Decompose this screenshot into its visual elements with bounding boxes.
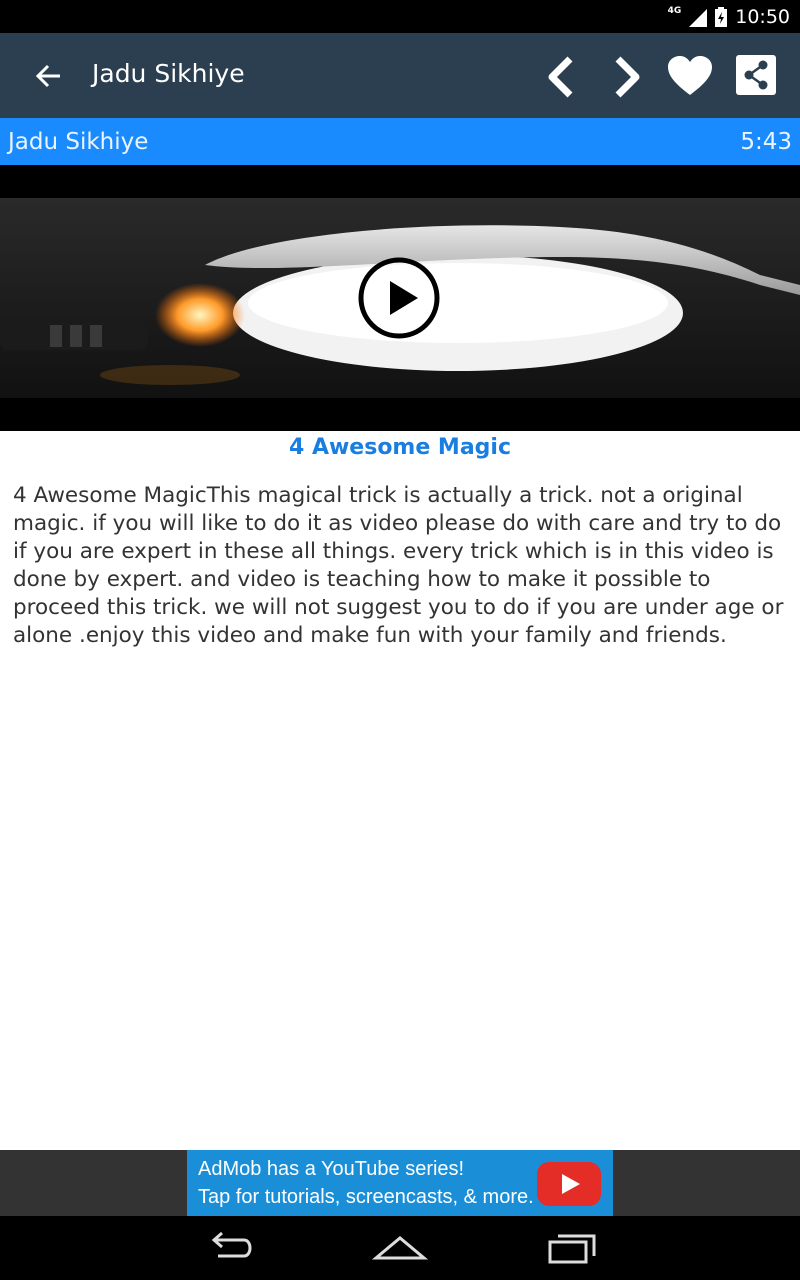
ad-subline: Tap for tutorials, screencasts, & more. <box>198 1186 534 1208</box>
chevron-right-icon <box>615 56 640 98</box>
video-description: 4 Awesome MagicThis magical trick is act… <box>13 483 784 648</box>
nav-back-button[interactable] <box>200 1230 260 1266</box>
network-type: 4G <box>667 5 682 16</box>
ad-strip: AdMob has a YouTube series! Tap for tuto… <box>0 1150 800 1216</box>
ad-headline: AdMob has a YouTube series! <box>198 1158 465 1180</box>
app-bar: Jadu Sikhiye <box>0 33 800 118</box>
page-title: Jadu Sikhiye <box>92 59 245 88</box>
back-button[interactable] <box>28 55 70 97</box>
nav-home-button[interactable] <box>370 1230 430 1266</box>
play-icon[interactable] <box>358 257 440 339</box>
ad-banner[interactable]: AdMob has a YouTube series! Tap for tuto… <box>187 1150 613 1216</box>
arrow-left-icon <box>35 64 60 88</box>
next-button[interactable] <box>600 51 652 103</box>
video-duration: 5:43 <box>740 129 792 155</box>
youtube-icon <box>537 1162 601 1206</box>
share-button[interactable] <box>732 51 784 103</box>
status-bar: 4G 10:50 <box>0 0 800 33</box>
chevron-left-icon <box>548 56 573 98</box>
previous-button[interactable] <box>536 51 588 103</box>
share-icon <box>736 55 776 95</box>
home-icon <box>371 1236 429 1260</box>
info-bar: Jadu Sikhiye 5:43 <box>0 118 800 165</box>
video-title: 4 Awesome Magic <box>288 435 512 460</box>
back-icon <box>211 1231 252 1258</box>
signal-icon <box>689 8 708 27</box>
favorite-button[interactable] <box>664 51 716 103</box>
video-player[interactable] <box>0 165 800 431</box>
video-channel-label: Jadu Sikhiye <box>8 129 149 155</box>
heart-icon <box>668 56 712 95</box>
recents-icon <box>548 1234 596 1264</box>
battery-icon <box>715 6 728 27</box>
system-nav-bar <box>0 1216 800 1280</box>
clock: 10:50 <box>735 5 790 28</box>
nav-recents-button[interactable] <box>542 1230 602 1266</box>
